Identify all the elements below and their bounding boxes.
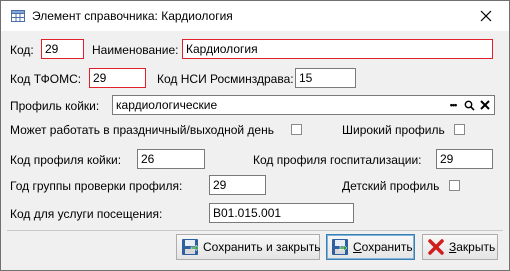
child-profile-checkbox[interactable] — [449, 180, 460, 191]
title-bar: Элемент справочника: Кардиология — [1, 1, 509, 31]
wide-profile-checkbox[interactable] — [454, 124, 465, 135]
save-close-icon — [181, 238, 199, 256]
name-label: Наименование: — [92, 43, 179, 57]
visit-service-code-field[interactable]: B01.015.001 — [209, 203, 354, 223]
more-options-button[interactable]: ••• — [446, 98, 460, 112]
save-label: Сохранить — [353, 240, 413, 254]
bed-profile-code-label: Код профиля койки: — [10, 153, 122, 167]
visit-service-code-label: Код для услуги посещения: — [10, 207, 163, 221]
close-label: Закрыть — [449, 240, 496, 254]
hosp-profile-code-field[interactable]: 29 — [436, 149, 493, 169]
save-and-close-button[interactable]: Сохранить и закрыть — [176, 234, 320, 260]
dialog-window: Элемент справочника: Кардиология Код: 29… — [0, 0, 510, 271]
check-year-label: Год группы проверки профиля: — [10, 179, 183, 193]
nsi-code-label: Код НСИ Росминздрава: — [157, 72, 294, 86]
tfoms-code-label: Код ТФОМС: — [10, 72, 82, 86]
name-field[interactable]: Кардиология — [182, 39, 493, 59]
close-button[interactable]: Закрыть — [422, 234, 498, 260]
save-button[interactable]: Сохранить — [326, 234, 415, 260]
code-label: Код: — [10, 43, 34, 57]
bed-profile-code-field[interactable]: 26 — [137, 149, 205, 169]
table-icon — [11, 10, 25, 22]
holiday-work-checkbox[interactable] — [291, 124, 302, 135]
check-year-field[interactable]: 29 — [209, 175, 266, 195]
window-title: Элемент справочника: Кардиология — [32, 9, 233, 23]
bed-profile-value: кардиологические — [116, 98, 218, 112]
button-separator — [7, 230, 503, 231]
holiday-work-label: Может работать в праздничный/выходной де… — [10, 123, 274, 137]
save-and-close-label: Сохранить и закрыть — [203, 240, 321, 254]
clear-icon[interactable] — [478, 98, 492, 112]
window-close-button[interactable] — [463, 1, 509, 31]
close-icon — [480, 10, 492, 22]
close-icon — [427, 238, 445, 256]
search-icon[interactable] — [462, 98, 476, 112]
bed-profile-label: Профиль койки: — [10, 99, 100, 113]
bed-profile-select[interactable]: кардиологические ••• — [112, 95, 495, 115]
wide-profile-label: Широкий профиль — [342, 123, 445, 137]
tfoms-code-field[interactable]: 29 — [89, 68, 146, 88]
child-profile-label: Детский профиль — [342, 179, 440, 193]
code-field[interactable]: 29 — [41, 39, 84, 59]
nsi-code-field[interactable]: 15 — [295, 68, 356, 88]
save-icon — [331, 238, 349, 256]
hosp-profile-code-label: Код профиля госпитализации: — [253, 153, 422, 167]
